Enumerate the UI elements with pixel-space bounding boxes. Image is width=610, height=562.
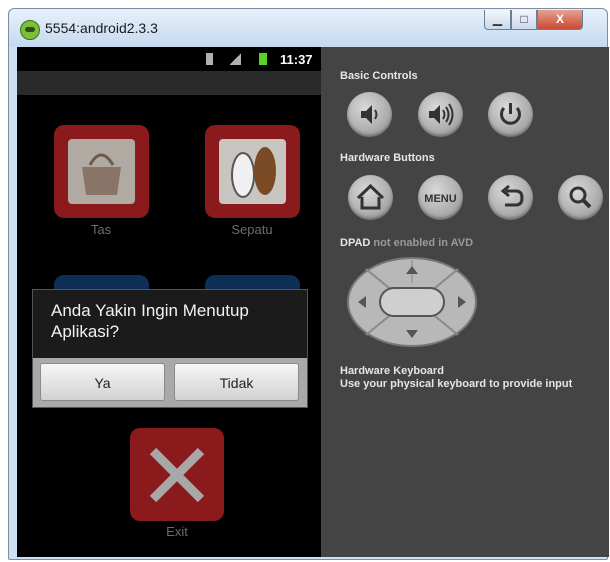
back-button[interactable]	[488, 175, 533, 220]
emulator-content: 11:37 Tas Sepatu Exit Anda Yakin Ingin M…	[17, 47, 609, 557]
keyboard-hint: Use your physical keyboard to provide in…	[340, 378, 573, 390]
menu-label-holder: MENU	[424, 193, 456, 205]
menu-label: MENU	[424, 193, 456, 205]
home-button[interactable]	[348, 175, 393, 220]
window-title: 5554:android2.3.3	[45, 20, 158, 36]
usb-icon	[206, 53, 213, 65]
exit-label: Exit	[166, 524, 188, 539]
yes-button[interactable]: Ya	[40, 363, 165, 401]
basic-controls-title: Basic Controls	[340, 70, 418, 82]
maximize-button[interactable]: □	[511, 10, 537, 30]
home-icon	[356, 183, 385, 210]
exit-tile[interactable]	[130, 428, 224, 521]
power-button[interactable]	[488, 92, 533, 137]
search-button[interactable]	[558, 175, 603, 220]
bag-icon	[68, 139, 135, 204]
signal-icon	[230, 53, 241, 65]
dpad-note: not enabled in AVD	[373, 237, 474, 249]
window-titlebar[interactable]: 5554:android2.3.3 ▁ □ X	[9, 9, 607, 47]
android-icon	[20, 20, 40, 40]
dpad-label: DPAD	[340, 237, 371, 249]
volume-up-icon	[429, 103, 454, 126]
menu-button[interactable]: MENU	[418, 175, 463, 220]
app-title-bar	[17, 71, 321, 95]
no-button[interactable]: Tidak	[174, 363, 299, 401]
back-icon	[500, 184, 524, 207]
confirm-dialog: Anda Yakin Ingin Menutup Aplikasi? Ya Ti…	[32, 289, 308, 408]
emulator-window: 5554:android2.3.3 ▁ □ X 11:37 Tas Sepatu…	[8, 8, 609, 560]
power-icon	[500, 103, 521, 125]
dpad[interactable]	[346, 256, 478, 348]
hardware-buttons-title: Hardware Buttons	[340, 152, 435, 164]
search-icon	[569, 186, 592, 209]
device-screen[interactable]: 11:37 Tas Sepatu Exit Anda Yakin Ingin M…	[17, 47, 321, 557]
minimize-button[interactable]: ▁	[484, 10, 511, 30]
close-x-icon	[149, 447, 205, 503]
tile-sepatu-label: Sepatu	[231, 222, 273, 237]
keyboard-section: Hardware Keyboard Use your physical keyb…	[340, 365, 572, 391]
close-button[interactable]: X	[537, 10, 583, 30]
status-time: 11:37	[280, 52, 313, 67]
volume-up-button[interactable]	[418, 92, 463, 137]
dialog-message: Anda Yakin Ingin Menutup Aplikasi?	[51, 301, 249, 341]
status-bar: 11:37	[17, 47, 321, 71]
tile-tas-label: Tas	[90, 222, 112, 237]
tile-tas[interactable]	[54, 125, 149, 218]
dialog-button-bar: Ya Tidak	[33, 358, 307, 407]
emulator-controls: Basic Controls Hardware Buttons MENU DPA…	[321, 47, 609, 557]
dpad-title: DPAD not enabled in AVD	[340, 237, 473, 249]
keyboard-title: Hardware Keyboard	[340, 365, 444, 377]
volume-down-button[interactable]	[347, 92, 392, 137]
volume-down-icon	[361, 105, 378, 124]
tile-sepatu[interactable]	[205, 125, 300, 218]
shoe-icon	[219, 139, 286, 204]
battery-icon	[259, 53, 267, 65]
dpad-center[interactable]	[379, 287, 445, 317]
